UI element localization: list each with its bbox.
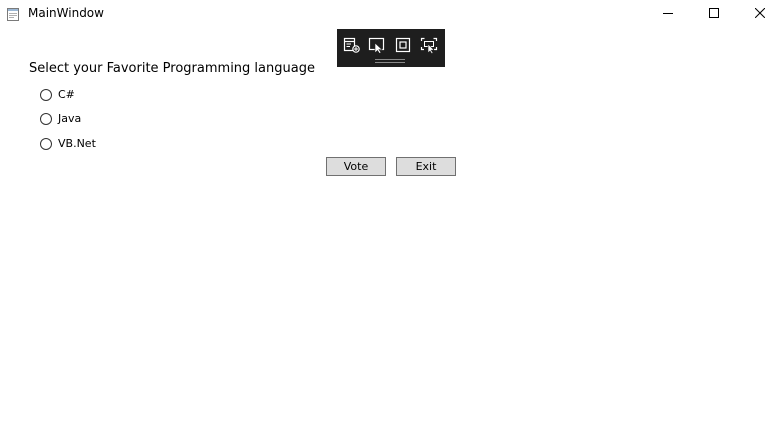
display-layout-adorners-icon[interactable] [394,36,412,54]
radio-button[interactable] [40,113,52,125]
close-button[interactable] [737,0,783,26]
radio-button[interactable] [40,138,52,150]
radio-label[interactable]: C# [58,88,75,102]
question-label: Select your Favorite Programming languag… [29,61,315,76]
title-bar[interactable]: MainWindow [0,0,783,26]
close-icon [755,8,765,18]
radio-option-csharp[interactable]: C# [40,87,75,103]
exit-button[interactable]: Exit [396,157,456,176]
toolbar-grip-handle[interactable] [375,59,405,63]
radio-label[interactable]: VB.Net [58,137,96,151]
go-to-live-visual-tree-icon[interactable] [343,36,361,54]
maximize-button[interactable] [691,0,737,26]
track-focused-element-icon[interactable] [420,36,438,54]
in-app-debug-toolbar[interactable] [337,29,445,67]
maximize-icon [709,8,719,18]
window-title: MainWindow [28,6,104,20]
radio-button[interactable] [40,89,52,101]
app-window-icon[interactable] [7,6,19,21]
main-window: MainWindow Select your Favorite Programm… [0,0,783,435]
minimize-icon [663,8,673,18]
radio-option-vbnet[interactable]: VB.Net [40,136,96,152]
radio-label[interactable]: Java [58,112,81,126]
select-element-icon[interactable] [368,36,386,54]
minimize-button[interactable] [645,0,691,26]
vote-button[interactable]: Vote [326,157,386,176]
radio-option-java[interactable]: Java [40,111,81,127]
